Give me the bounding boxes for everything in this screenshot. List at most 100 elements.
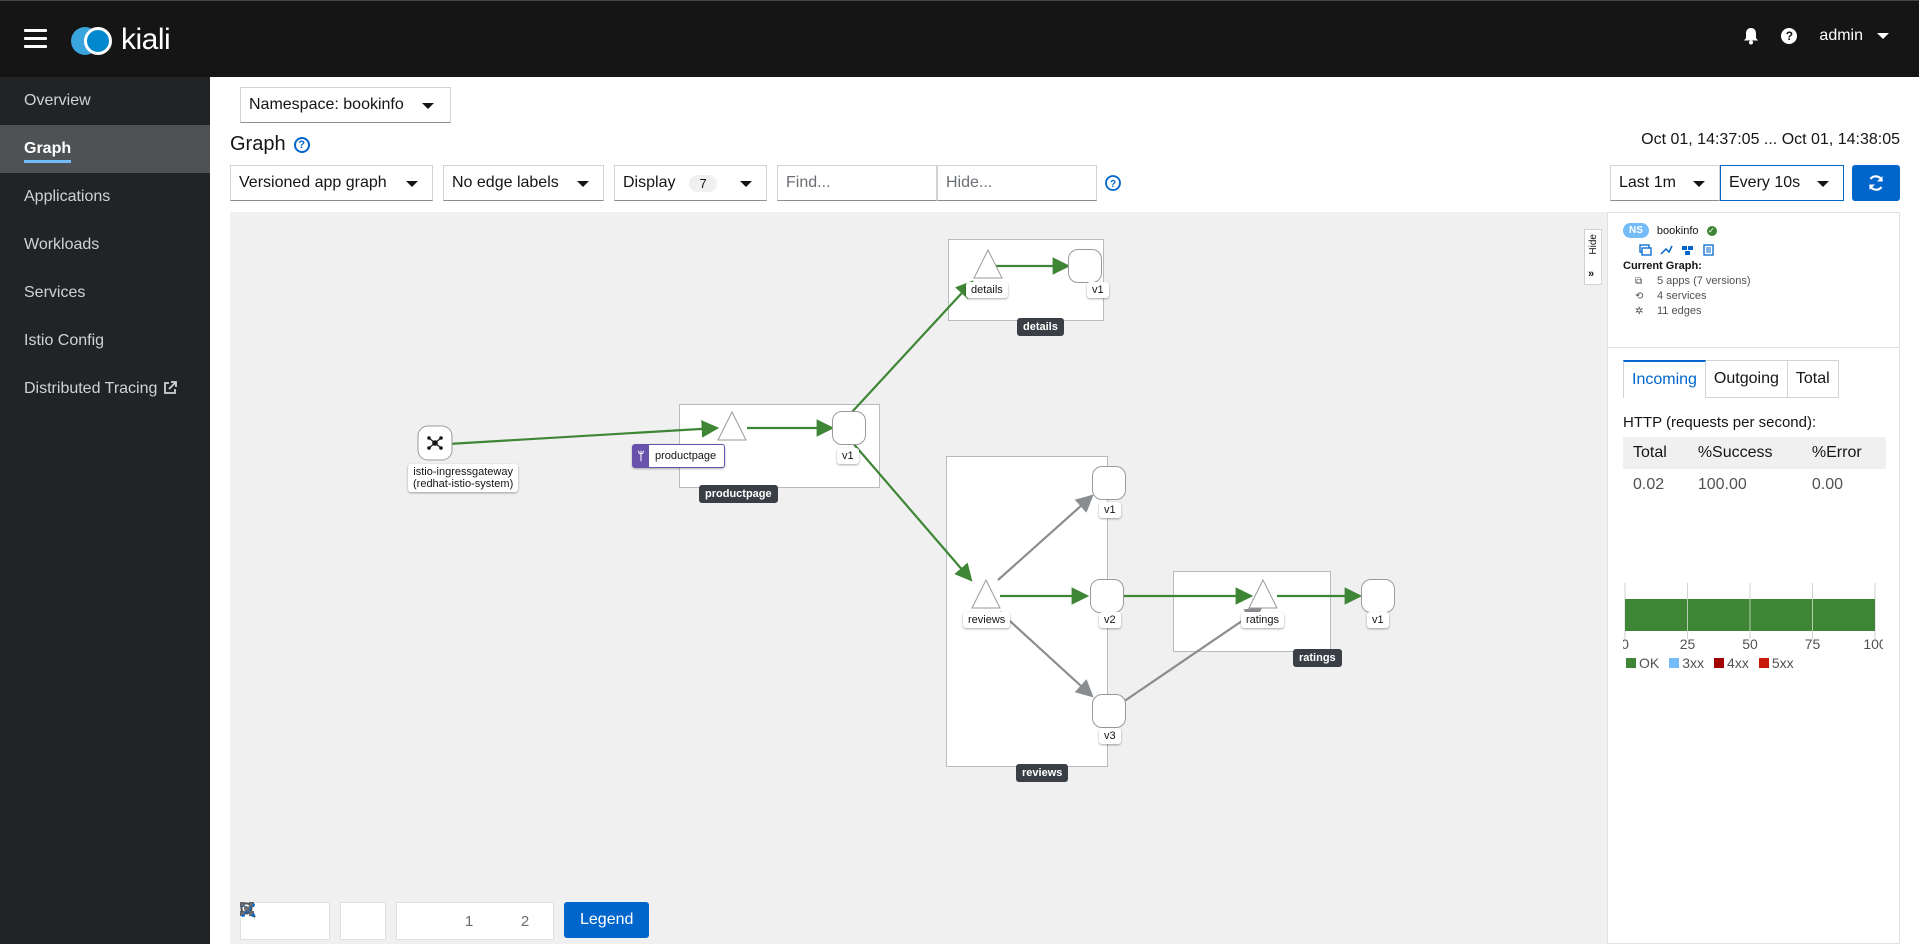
reviews-v1-label: v1 [1099,502,1121,518]
apps-count: 5 apps (7 versions) [1657,275,1751,287]
details-service-node[interactable] [973,248,1003,279]
layout-default-button[interactable] [241,903,441,939]
edge-reviews-v3[interactable] [999,611,1094,698]
tab-outgoing[interactable]: Outgoing [1705,360,1788,398]
traffic-tabs: Incoming Outgoing Total [1623,360,1884,398]
menu-toggle-icon[interactable] [24,29,47,49]
sidebar-item-applications[interactable]: Applications [0,173,210,221]
tab-total[interactable]: Total [1787,360,1839,398]
sidebar-item-services[interactable]: Services [0,269,210,317]
http-title: HTTP (requests per second): [1623,414,1817,431]
fit-to-screen-button[interactable] [240,902,385,939]
chevron-down-icon [422,103,434,109]
ratings-v1-node[interactable] [1361,579,1395,613]
sidebar-item-distributed-tracing[interactable]: Distributed Tracing [0,365,210,413]
user-menu[interactable]: admin [1819,27,1889,45]
graph-canvas[interactable]: istio-ingressgateway (redhat-istio-syste… [230,212,1607,944]
productpage-service-node[interactable] [717,410,747,441]
edge-gateway-productpage[interactable] [447,420,720,446]
edge-reviews-v1[interactable] [997,494,1094,581]
services-icon[interactable] [1660,244,1673,256]
kiali-logo[interactable]: kiali [71,23,171,57]
topology-icon: ✲ [1635,305,1644,317]
details-v1-node[interactable] [1068,249,1102,283]
productpage-v1-label: v1 [837,448,859,464]
check-circle-icon: ✓ [1706,225,1717,236]
reviews-service-node[interactable] [971,578,1001,609]
graph-toolbar: Versioned app graph No edge labels Displ… [230,165,1121,201]
legend-label: 3xx [1682,655,1705,671]
branch-icon: ᛘ [633,445,649,467]
legend-item: OK [1626,655,1659,671]
chevron-down-icon [1877,33,1889,39]
chart-tick-label: 50 [1742,636,1758,652]
hide-side-panel-tab[interactable]: Hide » [1584,229,1602,285]
edge-productpage-reviews[interactable] [851,441,973,582]
header-total: Total [1623,437,1688,469]
http-stats-table: Total %Success %Error 0.02 100.00 0.00 [1623,437,1886,501]
ns-badge: NS [1623,223,1649,238]
sidebar-item-istio-config[interactable]: Istio Config [0,317,210,365]
services-icon: ⟲ [1635,290,1644,302]
page-title: Graph ? [230,133,310,156]
edges-count: 11 edges [1657,305,1702,317]
chevron-down-icon [577,181,589,187]
namespace-name[interactable]: bookinfo [1657,225,1699,237]
reviews-v3-node[interactable] [1092,694,1126,728]
bell-icon[interactable] [1743,27,1759,45]
chevron-down-icon [740,181,752,187]
productpage-v1-node[interactable] [832,411,866,445]
help-icon[interactable]: ? [1105,175,1121,191]
applications-icon[interactable] [1639,244,1652,256]
reviews-v2-node[interactable] [1090,579,1124,613]
reviews-v2-label: v2 [1099,612,1121,628]
details-service-label: details [966,282,1008,298]
ratings-service-label: ratings [1241,612,1285,628]
workloads-icon[interactable] [1681,244,1694,256]
productpage-service-label: ᛘ productpage [632,444,726,468]
sidebar-item-overview[interactable]: Overview [0,77,210,125]
help-icon[interactable]: ? [1781,28,1798,44]
duration-dropdown[interactable]: Last 1m [1610,165,1720,201]
main-content: Namespace: bookinfo Graph ? Oct 01, 14:3… [210,77,1919,944]
hide-input[interactable] [937,165,1097,201]
tab-incoming[interactable]: Incoming [1623,360,1706,398]
ingressgateway-label: istio-ingressgateway (redhat-istio-syste… [408,464,519,492]
edge-productpage-details[interactable] [851,280,974,413]
find-input[interactable] [777,165,937,201]
chart-legend: OK 3xx 4xx 5xx [1626,655,1794,671]
chevron-down-icon [406,181,418,187]
chevron-down-icon [1693,181,1705,187]
svg-text:?: ? [1110,179,1116,190]
ratings-box-label: ratings [1293,649,1342,667]
time-range-text: Oct 01, 14:37:05 ... Oct 01, 14:38:05 [1641,131,1900,148]
zoom-out-button[interactable] [240,902,329,939]
layout-1-button[interactable]: 1 [240,902,497,939]
namespace-selector[interactable]: Namespace: bookinfo [240,87,451,123]
legend-item: 4xx [1714,655,1749,671]
details-box-label: details [1017,318,1064,336]
sidebar-item-workloads[interactable]: Workloads [0,221,210,269]
legend-button[interactable]: Legend [564,902,650,938]
topology-icon [240,902,254,916]
reviews-box-label: reviews [1016,764,1069,782]
header-success: %Success [1687,437,1802,469]
display-count-badge: 7 [689,174,717,192]
current-graph-title: Current Graph: [1623,260,1702,272]
layout-2-button[interactable]: 2 [240,902,553,939]
refresh-icon [1868,175,1884,191]
summary-side-panel: NS bookinfo ✓ Current Graph: ⧉ 5 apps (7 … [1607,212,1900,944]
ratings-service-node[interactable] [1248,578,1278,609]
legend-swatch [1669,658,1680,668]
sidebar-item-graph[interactable]: Graph [0,125,210,173]
reviews-v1-node[interactable] [1092,466,1126,500]
refresh-button[interactable] [1852,165,1900,201]
legend-swatch [1714,658,1725,668]
refresh-interval-dropdown[interactable]: Every 10s [1720,165,1844,201]
graph-type-dropdown[interactable]: Versioned app graph [230,165,433,201]
help-icon[interactable]: ? [293,136,310,153]
istio-config-icon[interactable] [1702,244,1715,256]
productpage-box-label: productpage [699,485,778,503]
edge-labels-dropdown[interactable]: No edge labels [443,165,604,201]
display-dropdown[interactable]: Display 7 [614,165,767,201]
